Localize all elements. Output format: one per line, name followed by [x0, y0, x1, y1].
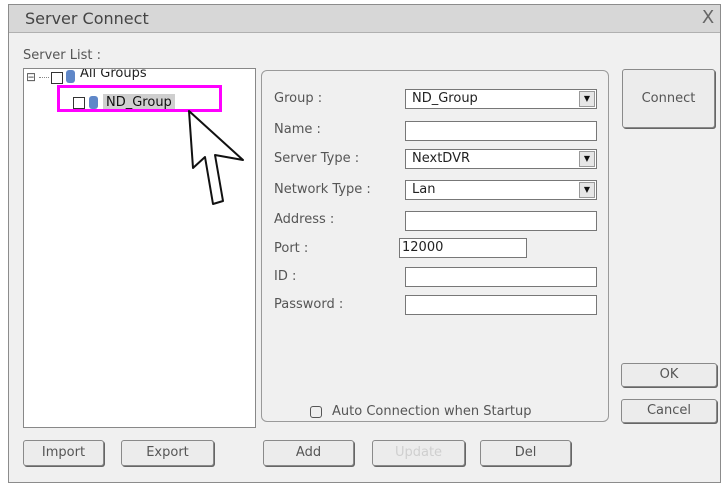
network-type-label: Network Type : [274, 182, 371, 197]
group-label: Group : [274, 91, 323, 106]
window-title: Server Connect [25, 9, 149, 28]
pointer-icon [188, 110, 244, 205]
id-label: ID : [274, 269, 297, 284]
server-list-label: Server List : [23, 48, 101, 63]
update-button[interactable]: Update [372, 440, 465, 466]
chevron-down-icon[interactable]: ▼ [579, 182, 595, 198]
close-icon[interactable]: X [698, 8, 718, 28]
server-type-dropdown[interactable]: NextDVR ▼ [405, 149, 597, 169]
export-button[interactable]: Export [121, 440, 214, 466]
auto-connect-checkbox[interactable] [310, 406, 322, 418]
password-field[interactable] [405, 295, 597, 315]
id-field[interactable] [405, 267, 597, 287]
group-dropdown[interactable]: ND_Group ▼ [405, 89, 597, 109]
network-type-dropdown[interactable]: Lan ▼ [405, 180, 597, 200]
connect-button[interactable]: Connect [622, 69, 715, 128]
name-label: Name : [274, 122, 321, 137]
port-field[interactable]: 12000 [399, 238, 527, 258]
server-details-panel: Group : ND_Group ▼ Name : Server Type : … [261, 70, 609, 422]
del-button[interactable]: Del [480, 440, 571, 466]
all-groups-checkbox[interactable] [51, 72, 63, 84]
tree-expand-icon[interactable]: ⊟ [26, 71, 36, 83]
address-label: Address : [274, 212, 335, 227]
tree-item-all-groups[interactable]: All Groups [80, 69, 147, 81]
tree-connector [39, 77, 49, 78]
port-value: 12000 [402, 240, 444, 255]
address-field[interactable] [405, 211, 597, 231]
group-value: ND_Group [412, 91, 478, 106]
auto-connect-label: Auto Connection when Startup [332, 404, 532, 419]
title-bar[interactable]: Server Connect X [9, 5, 720, 33]
import-button[interactable]: Import [23, 440, 104, 466]
add-button[interactable]: Add [263, 440, 354, 466]
server-group-icon [66, 70, 75, 83]
chevron-down-icon[interactable]: ▼ [579, 91, 595, 107]
password-label: Password : [274, 297, 344, 312]
cancel-button[interactable]: Cancel [621, 399, 717, 423]
port-label: Port : [274, 241, 309, 256]
name-field[interactable] [405, 121, 597, 141]
chevron-down-icon[interactable]: ▼ [579, 151, 595, 167]
ok-button[interactable]: OK [621, 363, 717, 387]
server-connect-window: Server Connect X Server List : ⊟ All Gro… [8, 4, 721, 483]
network-type-value: Lan [412, 182, 436, 197]
server-type-value: NextDVR [412, 151, 470, 166]
server-type-label: Server Type : [274, 151, 360, 166]
